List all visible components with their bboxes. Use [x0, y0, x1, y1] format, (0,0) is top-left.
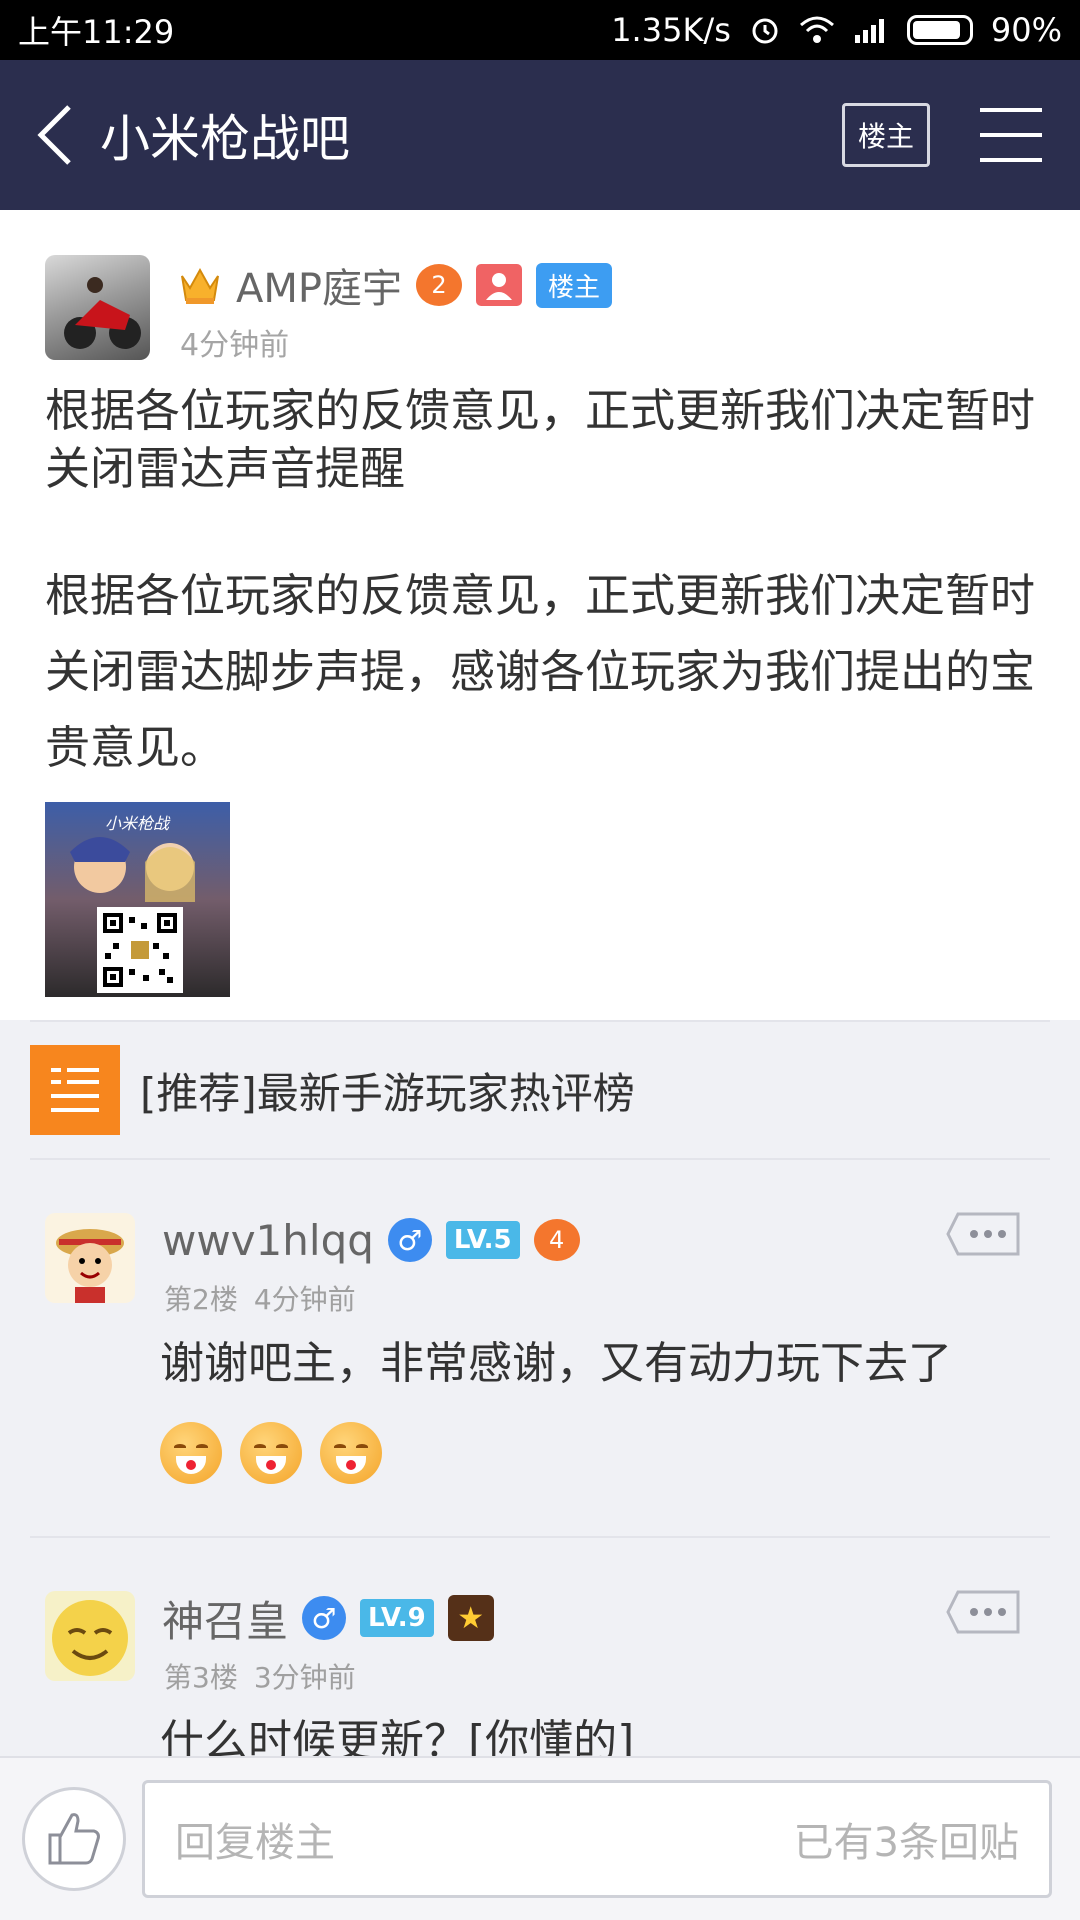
- post-title: 根据各位玩家的反馈意见，正式更新我们决定暂时关闭雷达声音提醒: [45, 384, 1036, 495]
- battery-icon: [906, 15, 973, 45]
- smile-emoji-icon: [240, 1422, 302, 1484]
- male-icon: ♂: [387, 1218, 432, 1262]
- reply-avatar[interactable]: [45, 1591, 135, 1681]
- alarm-icon: [752, 18, 778, 44]
- reply-content: 谢谢吧主，非常感谢，又有动力玩下去了: [160, 1338, 952, 1389]
- back-button[interactable]: [10, 60, 100, 210]
- reply-username[interactable]: 神召皇: [162, 1588, 288, 1649]
- status-bar: 上午11:29 1.35K/s 90%: [0, 0, 1080, 60]
- reply-input[interactable]: 回复楼主 已有3条回贴: [142, 1780, 1052, 1898]
- reply-avatar[interactable]: [45, 1213, 135, 1303]
- author-name[interactable]: AMP庭宇: [236, 256, 402, 314]
- thumbs-up-icon: [48, 1813, 100, 1865]
- author-row: AMP庭宇 2 楼主: [178, 256, 613, 314]
- reply-placeholder: 回复楼主: [175, 1820, 335, 1866]
- crown-icon: [181, 267, 219, 304]
- signal-icon: [854, 19, 884, 43]
- reply-game-level: 4: [548, 1226, 565, 1254]
- only-louzhu-button[interactable]: 楼主: [842, 103, 930, 167]
- reply-username[interactable]: wwv1hlqq: [162, 1216, 374, 1265]
- reply-name-row: 神召皇 ♂ LV.9 ★: [162, 1590, 494, 1646]
- emoji-row: [160, 1422, 382, 1484]
- author-game-level: 2: [431, 271, 447, 299]
- reply-count: 已有3条回贴: [793, 1820, 1019, 1866]
- person-icon: [476, 264, 522, 306]
- main-post: AMP庭宇 2 楼主 4分钟前 根据各位玩家的反馈意见，正式更新我们决定暂时关闭…: [0, 210, 1080, 1020]
- reply-floor: 第2楼: [164, 1283, 238, 1316]
- post-image[interactable]: 小米枪战: [45, 802, 230, 997]
- recommend-banner[interactable]: [推荐]最新手游玩家热评榜: [30, 1020, 1050, 1160]
- post-body: 根据各位玩家的反馈意见，正式更新我们决定暂时关闭雷达脚步声提，感谢各位玩家为我们…: [45, 569, 1036, 774]
- smile-emoji-icon: [160, 1422, 222, 1484]
- star-badge-icon: ★: [447, 1595, 494, 1641]
- level-badge: LV.5: [445, 1221, 520, 1259]
- reply-floor: 第3楼: [164, 1661, 238, 1694]
- reply-name-row: wwv1hlqq ♂ LV.5 4: [162, 1212, 580, 1268]
- network-speed: 1.35K/s: [611, 11, 731, 49]
- smile-emoji-icon: [320, 1422, 382, 1484]
- reply-time: 3分钟前: [253, 1661, 356, 1694]
- level-badge: LV.9: [360, 1599, 434, 1637]
- post-time: 4分钟前: [180, 328, 290, 363]
- gamepad-badge-icon: 4: [533, 1219, 580, 1261]
- recommend-text: [推荐]最新手游玩家热评榜: [140, 1068, 635, 1118]
- reply-item: wwv1hlqq ♂ LV.5 4 第2楼 4分钟前 谢谢吧主，非常感谢，又有动…: [30, 1160, 1050, 1538]
- like-button[interactable]: [22, 1787, 126, 1891]
- wifi-icon: [799, 16, 834, 43]
- gamepad-badge-icon: 2: [416, 264, 462, 306]
- bottom-reply-bar: 回复楼主 已有3条回贴: [0, 1756, 1080, 1920]
- battery-percent: 90%: [990, 11, 1062, 49]
- list-icon: [30, 1045, 120, 1135]
- author-avatar[interactable]: [45, 255, 150, 360]
- reply-time: 4分钟前: [253, 1283, 356, 1316]
- more-dots-icon[interactable]: [946, 1590, 1020, 1634]
- menu-icon[interactable]: [980, 108, 1042, 162]
- reply-meta: 第2楼 4分钟前: [164, 1278, 356, 1318]
- status-time: 上午11:29: [18, 13, 175, 51]
- more-dots-icon[interactable]: [946, 1212, 1020, 1256]
- forum-title: 小米枪战吧: [100, 110, 350, 168]
- back-arrow-icon: [37, 105, 71, 165]
- male-icon: ♂: [302, 1596, 347, 1640]
- louzhu-badge: 楼主: [536, 262, 613, 308]
- nav-bar: 小米枪战吧 楼主: [0, 60, 1080, 210]
- qr-code: [97, 907, 183, 993]
- reply-item: 神召皇 ♂ LV.9 ★ 第3楼 3分钟前 什么时候更新？[你懂的]: [30, 1538, 1050, 1767]
- reply-meta: 第3楼 3分钟前: [164, 1656, 356, 1696]
